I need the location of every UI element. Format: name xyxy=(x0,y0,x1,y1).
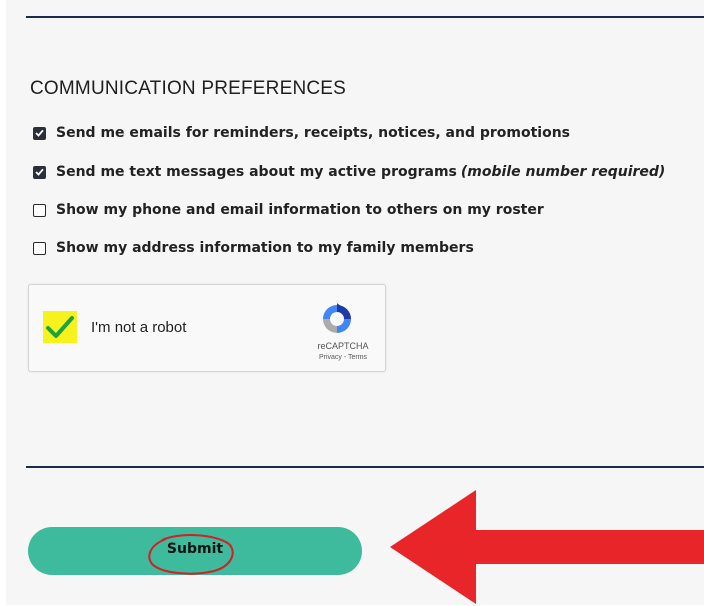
submit-label: Submit xyxy=(166,541,224,557)
recaptcha-widget: I'm not a robot reCAPTCHA Privacy - Term… xyxy=(28,284,386,372)
pref-texts-note: (mobile number required) xyxy=(460,164,666,180)
pref-emails-label: Send me emails for reminders, receipts, … xyxy=(56,125,571,141)
submit-button[interactable]: Submit xyxy=(28,527,362,575)
pref-roster-contact[interactable]: Show my phone and email information to o… xyxy=(33,202,544,218)
pref-texts[interactable]: Send me text messages about my active pr… xyxy=(33,164,665,180)
recaptcha-label: I'm not a robot xyxy=(91,319,187,336)
pref-emails[interactable]: Send me emails for reminders, receipts, … xyxy=(33,125,570,141)
bottom-divider xyxy=(26,466,704,468)
recaptcha-brand: reCAPTCHA xyxy=(317,341,369,351)
recaptcha-logo-icon xyxy=(323,303,351,333)
pref-family-address-checkbox[interactable] xyxy=(33,241,46,255)
recaptcha-legal: Privacy - Terms xyxy=(309,354,377,361)
section-title: COMMUNICATION PREFERENCES xyxy=(30,78,347,99)
pref-emails-checkbox[interactable] xyxy=(33,126,46,140)
recaptcha-terms-link[interactable]: Terms xyxy=(348,354,367,361)
pref-roster-contact-label: Show my phone and email information to o… xyxy=(56,202,544,218)
pref-family-address-label: Show my address information to my family… xyxy=(56,240,474,256)
checkmark-icon xyxy=(46,316,74,338)
pref-roster-contact-checkbox[interactable] xyxy=(33,203,46,217)
pref-family-address[interactable]: Show my address information to my family… xyxy=(33,240,474,256)
pref-texts-checkbox[interactable] xyxy=(33,165,46,179)
annotation-arrow-icon xyxy=(390,490,704,604)
pref-texts-label: Send me text messages about my active pr… xyxy=(56,164,457,180)
recaptcha-checkbox[interactable] xyxy=(43,311,77,343)
top-divider xyxy=(26,16,704,18)
recaptcha-privacy-link[interactable]: Privacy xyxy=(319,354,342,361)
